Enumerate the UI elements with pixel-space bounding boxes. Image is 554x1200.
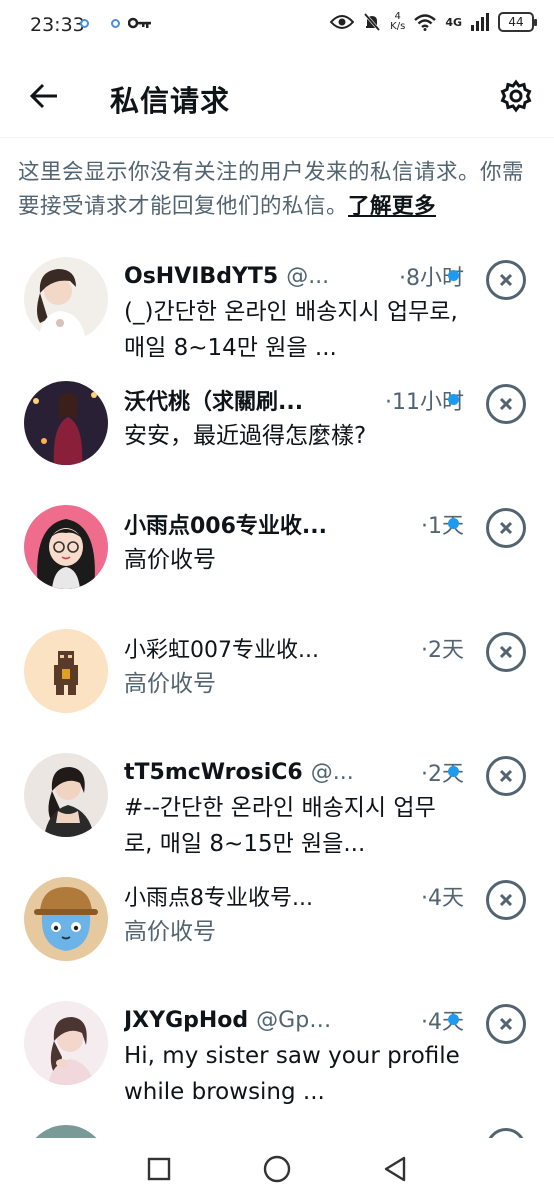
list-item[interactable]: JXYGpHod @GpH... ·4天 Hi, my sister saw y… — [0, 994, 554, 1118]
signal-icon — [471, 13, 489, 31]
request-list: OsHVIBdYT5 @... ·8小时 (_)간단한 온라인 배송지시 업무로… — [0, 250, 554, 1200]
notification-dot-icon — [80, 18, 89, 28]
decline-button[interactable] — [486, 880, 526, 920]
page-title: 私信请求 — [110, 84, 231, 118]
learn-more-link[interactable]: 了解更多 — [348, 194, 436, 219]
status-bar: 23:33 4 K/s 4G 44 — [0, 0, 554, 54]
system-nav-bar — [0, 1138, 554, 1200]
row-content: JXYGpHod @GpH... ·4天 Hi, my sister saw y… — [124, 1002, 464, 1110]
row-content: 小彩虹007专业收... ·2天 高价收号 — [124, 630, 464, 702]
unread-indicator — [448, 518, 459, 529]
list-item[interactable]: 沃代桃（求關刷... ·11小时 安安，最近過得怎麼樣? — [0, 374, 554, 498]
list-item[interactable]: tT5mcWrosiC6 @... ·2天 #--간단한 온라인 배송지시 업무… — [0, 746, 554, 870]
close-icon — [499, 645, 513, 659]
status-left-icons — [80, 16, 152, 30]
settings-button[interactable] — [496, 76, 536, 116]
message-preview: (_)간단한 온라인 배송지시 업무로,매일 8~14만 원을 ... — [124, 299, 458, 361]
network-type: 4G — [445, 15, 462, 29]
avatar[interactable] — [24, 257, 108, 341]
bell-muted-icon — [364, 13, 381, 31]
row-header: 沃代桃（求關刷... ·11小时 — [124, 382, 464, 418]
arrow-left-icon — [29, 83, 57, 109]
intro-text: 这里会显示你没有关注的用户发来的私信请求。你需要接受请求才能回复他们的私信。了解… — [18, 156, 538, 224]
sender-name: tT5mcWrosiC6 — [124, 759, 303, 785]
timestamp: ·2天 — [421, 638, 464, 663]
sender-handle: @GpH... — [256, 1007, 341, 1033]
row-header: OsHVIBdYT5 @... ·8小时 — [124, 258, 464, 294]
message-preview: Hi, my sister saw your profile while bro… — [124, 1043, 460, 1105]
row-content: OsHVIBdYT5 @... ·8小时 (_)간단한 온라인 배송지시 업무로… — [124, 258, 464, 366]
row-content: 沃代桃（求關刷... ·11小时 安安，最近過得怎麼樣? — [124, 382, 464, 454]
message-preview: #--간단한 온라인 배송지시 업무로, 매일 8~15만 원을... — [124, 795, 436, 857]
message-preview: 高价收号 — [124, 671, 216, 697]
row-content: tT5mcWrosiC6 @... ·2天 #--간단한 온라인 배송지시 업무… — [124, 754, 464, 862]
close-icon — [499, 397, 513, 411]
timestamp: ·4天 — [421, 886, 464, 911]
wifi-icon — [414, 14, 437, 31]
triangle-back-icon — [384, 1156, 406, 1182]
row-header: 小彩虹007专业收... ·2天 — [124, 630, 464, 666]
sender-name: 沃代桃（求關刷... — [124, 390, 304, 415]
net-speed-unit: K/s — [390, 21, 406, 32]
decline-button[interactable] — [486, 508, 526, 548]
status-right-icons: 4 K/s 4G 44 — [330, 12, 537, 32]
battery-level: 44 — [508, 15, 524, 29]
key-icon — [128, 17, 151, 29]
system-back-button[interactable] — [375, 1149, 415, 1189]
row-content: 小雨点8专业收号... ·4天 高价收号 — [124, 878, 464, 950]
battery-icon: 44 — [498, 12, 537, 32]
row-header: 小雨点006专业收... ·1天 — [124, 506, 464, 542]
avatar[interactable] — [24, 753, 108, 837]
decline-button[interactable] — [486, 1004, 526, 1044]
header: 私信请求 — [0, 54, 554, 138]
gear-icon — [500, 79, 532, 113]
avatar[interactable] — [24, 505, 108, 589]
intro-description: 这里会显示你没有关注的用户发来的私信请求。你需要接受请求才能回复他们的私信。 — [18, 160, 525, 219]
unread-indicator — [448, 766, 459, 777]
decline-button[interactable] — [486, 756, 526, 796]
message-preview: 高价收号 — [124, 547, 216, 573]
sender-name: 小彩虹007专业收... — [124, 638, 319, 663]
net-speed: 4 K/s — [390, 12, 405, 32]
row-header: 小雨点8专业收号... ·4天 — [124, 878, 464, 914]
avatar[interactable] — [24, 877, 108, 961]
notification-dot-icon — [111, 18, 120, 28]
eye-icon — [330, 15, 355, 29]
back-button[interactable] — [26, 78, 62, 114]
sender-name: JXYGpHod — [124, 1007, 249, 1033]
close-icon — [499, 893, 513, 907]
sender-name: 小雨点8专业收号... — [124, 886, 313, 911]
close-icon — [499, 1017, 513, 1031]
decline-button[interactable] — [486, 632, 526, 672]
sender-name: OsHVIBdYT5 — [124, 263, 279, 289]
row-header: JXYGpHod @GpH... ·4天 — [124, 1002, 464, 1038]
row-content: 小雨点006专业收... ·1天 高价收号 — [124, 506, 464, 578]
unread-indicator — [448, 394, 459, 405]
square-recents-icon — [147, 1157, 171, 1181]
recents-button[interactable] — [139, 1149, 179, 1189]
sender-name: 小雨点006专业收... — [124, 514, 327, 539]
list-item[interactable]: OsHVIBdYT5 @... ·8小时 (_)간단한 온라인 배송지시 업무로… — [0, 250, 554, 374]
avatar[interactable] — [24, 381, 108, 465]
message-preview: 安安，最近過得怎麼樣? — [124, 423, 367, 449]
avatar[interactable] — [24, 1001, 108, 1085]
decline-button[interactable] — [486, 384, 526, 424]
sender-handle: @... — [310, 759, 354, 785]
status-time: 23:33 — [30, 14, 85, 36]
home-button[interactable] — [257, 1149, 297, 1189]
unread-indicator — [448, 1014, 459, 1025]
row-header: tT5mcWrosiC6 @... ·2天 — [124, 754, 464, 790]
list-item[interactable]: 小彩虹007专业收... ·2天 高价收号 — [0, 622, 554, 746]
list-item[interactable]: 小雨点8专业收号... ·4天 高价收号 — [0, 870, 554, 994]
list-item[interactable]: 小雨点006专业收... ·1天 高价收号 — [0, 498, 554, 622]
sender-handle: @... — [286, 263, 330, 289]
circle-home-icon — [263, 1155, 291, 1183]
message-preview: 高价收号 — [124, 919, 216, 945]
avatar[interactable] — [24, 629, 108, 713]
unread-indicator — [448, 270, 459, 281]
close-icon — [499, 273, 513, 287]
close-icon — [499, 769, 513, 783]
decline-button[interactable] — [486, 260, 526, 300]
close-icon — [499, 521, 513, 535]
